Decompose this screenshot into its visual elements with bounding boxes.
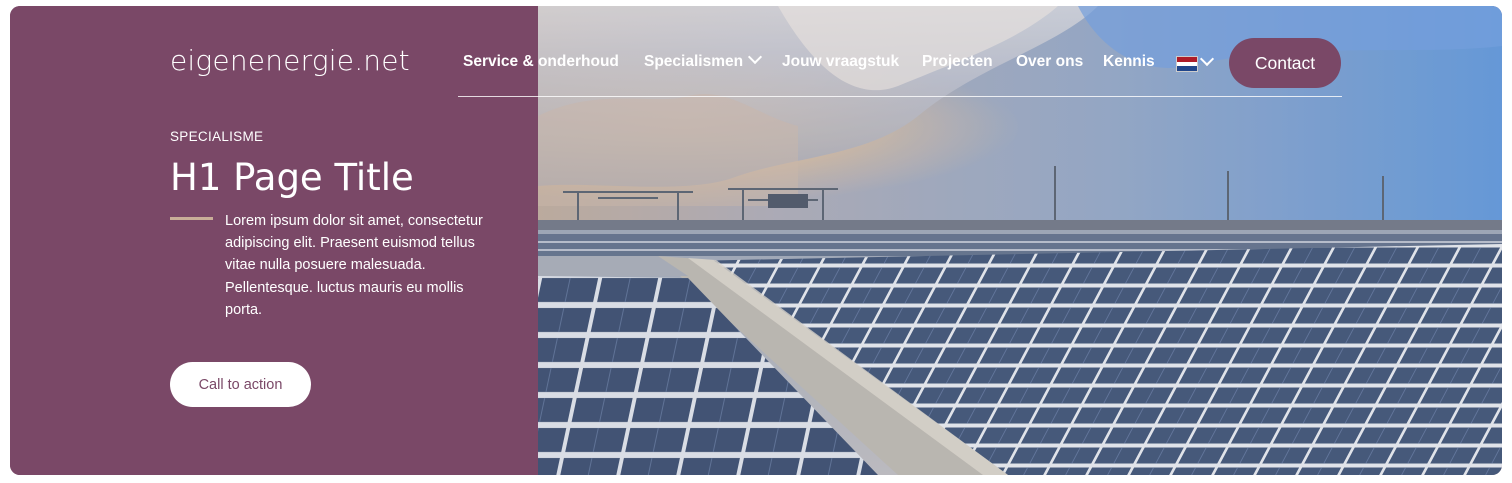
- chevron-down-icon: [748, 49, 763, 65]
- intro-text: Lorem ipsum dolor sit amet, consectetur …: [225, 213, 483, 318]
- contact-button[interactable]: Contact: [1229, 38, 1341, 88]
- nav-item-specialismen[interactable]: Specialismen: [644, 49, 763, 71]
- accent-divider: [170, 217, 213, 220]
- call-to-action-button[interactable]: Call to action: [170, 362, 311, 407]
- hero-section: eigenenergie.net Service & onderhoud Spe…: [10, 6, 1502, 475]
- site-logo[interactable]: eigenenergie.net: [170, 44, 410, 77]
- nav-item-label: Projecten: [922, 53, 993, 70]
- nav-item-over-ons[interactable]: Over ons: [1016, 53, 1083, 71]
- nav-item-service-onderhoud[interactable]: Service & onderhoud: [463, 53, 619, 71]
- nav-item-jouw-vraagstuk[interactable]: Jouw vraagstuk: [782, 53, 899, 71]
- page-eyebrow: SPECIALISME: [170, 129, 264, 144]
- nav-item-label: Over ons: [1016, 53, 1084, 70]
- page-title: H1 Page Title: [170, 156, 414, 199]
- nav-item-projecten[interactable]: Projecten: [922, 53, 993, 71]
- nav-item-label: Specialismen: [644, 53, 744, 70]
- language-selector-chevron-icon[interactable]: [1199, 51, 1215, 73]
- nav-item-label: Kennis: [1103, 53, 1155, 70]
- nav-item-label: Service & onderhoud: [463, 53, 619, 70]
- netherlands-flag-icon[interactable]: [1176, 56, 1198, 72]
- nav-item-label: Jouw vraagstuk: [782, 53, 900, 70]
- main-navigation: Service & onderhoud Specialismen Jouw vr…: [458, 38, 1342, 97]
- nav-item-kennis[interactable]: Kennis: [1103, 53, 1155, 71]
